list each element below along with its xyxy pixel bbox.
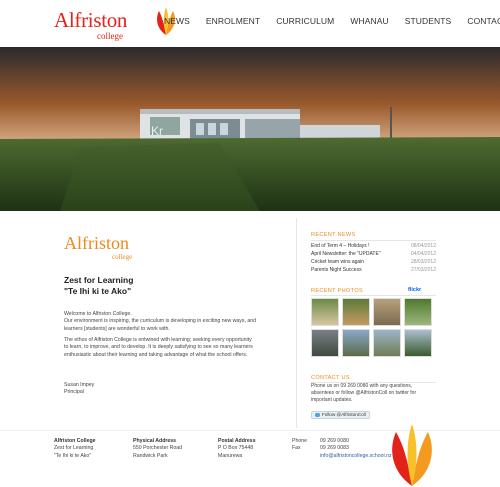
ethos-line: enthusiastic about their learning and ta… [64,351,248,358]
nav-curriculum[interactable]: Curriculum [276,16,334,26]
contact-line: important updates. [311,397,353,404]
welcome-line: learners [students] are wonderful to wor… [64,325,170,332]
news-date: 27/03/2012 [410,267,436,273]
footer-flower-logo-icon [392,424,432,486]
column-divider [296,218,297,428]
footer-line: P O Box 75448 [218,445,254,452]
phone-number[interactable]: 09 269 0080 [320,438,349,445]
news-title[interactable]: Cricket team wins again [311,259,364,265]
welcome-line: Welcome to Alfriston College. [64,311,132,317]
news-date: 08/04/2012 [410,243,436,249]
footer-line: Manurewa [218,452,243,459]
photo-thumbnail[interactable] [404,298,432,326]
flickr-logo-text: flickr [408,287,422,293]
contact-line: absentees or follow @AlfristonColl on tw… [311,390,417,397]
photo-thumbnail[interactable] [342,329,370,357]
photo-thumbnail[interactable] [342,298,370,326]
welcome-line: Our environment is inspiring, the curric… [64,318,257,325]
footer-college-name: Alfriston College [54,438,96,444]
footer-line: Randwick Park [133,452,168,459]
news-date: 28/03/2012 [410,259,436,265]
contact-line: Phone us on 09 269 0080 with any questio… [311,383,413,389]
footer-heading: Postal Address [218,438,256,444]
fax-label: Fax [292,445,301,452]
photo-thumbnail[interactable] [311,298,339,326]
footer-line: 550 Porchester Road [133,445,183,452]
recent-news-title: Recent News [311,232,356,238]
main-nav: News Enrolment Curriculum Whanau Student… [164,16,500,26]
college-brand: Alfriston college [64,233,132,261]
phone-label: Phone [292,438,308,444]
nav-contact[interactable]: Contact [467,16,500,26]
photo-thumbnail[interactable] [373,329,401,357]
twitter-follow-button[interactable]: Follow @AlfristonColl [311,411,370,419]
news-item[interactable]: Cricket team wins again 28/03/2012 [311,259,436,266]
news-title[interactable]: End of Term 4 – Holidays ! [311,243,370,249]
footer-motto-maori: "Te Ihi ki te Ako" [54,452,92,459]
logo[interactable]: Alfriston college [54,7,175,42]
news-item[interactable]: April Newsletter: the "UPDATE" 04/04/201… [311,251,436,258]
hero-image: Kr [0,47,500,211]
brand-subtitle: college [112,253,133,261]
ethos-line: The ethos of Alfriston College is entwin… [64,337,252,343]
logo-wordmark: Alfriston [54,8,128,32]
footer-heading: Physical Address [133,438,177,444]
page-title: Zest for Learning "Te Ihi ki te Ako" [64,275,133,297]
photo-thumbnail[interactable] [404,329,432,357]
photo-thumbnail[interactable] [373,298,401,326]
footer-physical-address: Physical Address 550 Porchester Road Ran… [133,438,182,460]
principal-name: Susan Impey [64,382,95,388]
news-title[interactable]: April Newsletter: the "UPDATE" [311,251,381,257]
brand-wordmark: Alfriston [64,233,129,253]
ethos-line: to learn, to improve, and to develop. It… [64,344,253,351]
fax-number: 09 269 0083 [320,445,349,452]
heading-line1: Zest for Learning [64,275,134,285]
divider [311,240,436,241]
photo-grid [311,296,435,358]
site-header: Alfriston college News Enrolment Curricu… [0,0,500,47]
principal-role: Principal [64,389,84,396]
news-date: 04/04/2012 [410,251,436,257]
photo-thumbnail[interactable] [311,329,339,357]
heading-line2: "Te Ihi ki te Ako" [64,286,132,296]
nav-students[interactable]: Students [405,16,452,26]
recent-photos-title: Recent Photos [311,288,363,294]
flickr-link[interactable]: flickr [408,287,421,293]
logo-subtitle: college [97,31,123,41]
welcome-paragraph: Welcome to Alfriston College. Our enviro… [64,311,286,333]
nav-whanau[interactable]: Whanau [350,16,388,26]
nav-news[interactable]: News [164,16,190,26]
principal-signature: Susan Impey Principal [64,382,94,397]
footer-motto: Zest for Learning [54,445,94,452]
footer-postal-address: Postal Address P O Box 75448 Manurewa [218,438,256,460]
contact-text: Phone us on 09 269 0080 with any questio… [311,383,436,405]
ethos-paragraph: The ethos of Alfriston College is entwin… [64,337,286,359]
news-title[interactable]: Parents Night Success [311,267,362,273]
twitter-bird-icon [315,413,320,417]
follow-label: Follow @AlfristonColl [322,412,366,417]
news-item[interactable]: Parents Night Success 27/03/2012 [311,267,436,274]
footer-brand: Alfriston College Zest for Learning "Te … [54,438,96,460]
contact-us-title: Contact Us [311,375,350,381]
news-item[interactable]: End of Term 4 – Holidays ! 08/04/2012 [311,243,436,250]
hero-building-sign: Kr [151,124,163,138]
nav-enrolment[interactable]: Enrolment [206,16,260,26]
